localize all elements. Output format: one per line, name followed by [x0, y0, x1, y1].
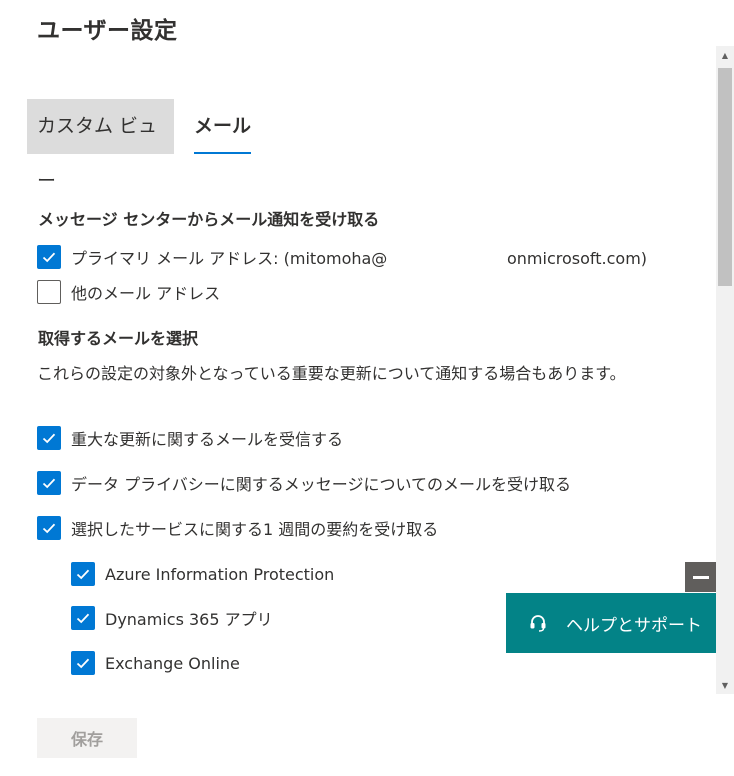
tab-active-underline: [194, 152, 252, 154]
weekly-digest-label: 選択したサービスに関する1 週間の要約を受け取る: [71, 520, 439, 539]
other-email-option[interactable]: 他のメール アドレス: [37, 278, 220, 306]
critical-updates-label: 重大な更新に関するメールを受信する: [71, 430, 344, 449]
tab-mail[interactable]: メール: [194, 99, 252, 154]
service-label: Exchange Online: [105, 653, 240, 673]
weekly-digest-checkbox[interactable]: [37, 516, 61, 540]
tab-mail-label: メール: [194, 115, 252, 137]
critical-updates-option[interactable]: 重大な更新に関するメールを受信する: [37, 424, 343, 452]
checkmark-icon: [76, 658, 90, 669]
primary-email-domain: onmicrosoft.com): [507, 249, 648, 268]
exchange-online-checkbox[interactable]: [71, 651, 95, 675]
primary-email-option[interactable]: プライマリ メール アドレス: (mitomoha@: [37, 243, 387, 271]
select-mail-heading: 取得するメールを選択: [38, 329, 199, 348]
headset-icon: [530, 615, 546, 632]
select-mail-description: これらの設定の対象外となっている重要な更新について通知する場合もあります。: [37, 364, 626, 383]
minimize-icon: [692, 575, 709, 579]
other-email-checkbox[interactable]: [37, 280, 61, 304]
service-item-dynamics-365[interactable]: Dynamics 365 アプリ: [71, 604, 273, 632]
primary-email-checkbox[interactable]: [37, 245, 61, 269]
service-item-exchange-online[interactable]: Exchange Online: [71, 649, 240, 677]
vertical-scrollbar[interactable]: ▲ ▼: [716, 46, 734, 694]
checkmark-icon: [42, 523, 56, 534]
data-privacy-checkbox[interactable]: [37, 471, 61, 495]
message-center-heading: メッセージ センターからメール通知を受け取る: [38, 210, 380, 229]
weekly-digest-option[interactable]: 選択したサービスに関する1 週間の要約を受け取る: [37, 514, 438, 542]
scrollbar-thumb[interactable]: [718, 68, 732, 286]
other-email-label: 他のメール アドレス: [71, 284, 221, 303]
azure-information-protection-checkbox[interactable]: [71, 562, 95, 586]
page-title: ユーザー設定: [37, 18, 178, 44]
checkmark-icon: [76, 569, 90, 580]
service-item-azure-information-protection[interactable]: Azure Information Protection: [71, 560, 334, 588]
help-label: ヘルプとサポート: [566, 615, 702, 636]
data-privacy-option[interactable]: データ プライバシーに関するメッセージについてのメールを受け取る: [37, 469, 571, 497]
scroll-up-arrow-icon[interactable]: ▲: [716, 46, 734, 64]
tab-custom-view[interactable]: カスタム ビュー: [27, 99, 174, 192]
primary-email-label: プライマリ メール アドレス: (mitomoha@: [71, 249, 388, 268]
help-minimize-button[interactable]: [685, 562, 716, 592]
service-label: Dynamics 365 アプリ: [105, 610, 273, 629]
scroll-down-arrow-icon[interactable]: ▼: [716, 676, 734, 694]
critical-updates-checkbox[interactable]: [37, 426, 61, 450]
save-button[interactable]: 保存: [37, 718, 137, 758]
dynamics-365-checkbox[interactable]: [71, 606, 95, 630]
checkmark-icon: [76, 613, 90, 624]
help-and-support-button[interactable]: ヘルプとサポート: [506, 593, 716, 653]
data-privacy-label: データ プライバシーに関するメッセージについてのメールを受け取る: [71, 475, 571, 494]
service-label: Azure Information Protection: [105, 564, 335, 584]
checkmark-icon: [42, 478, 56, 489]
checkmark-icon: [42, 252, 56, 263]
service-item-partial[interactable]: [71, 692, 95, 694]
checkmark-icon: [42, 433, 56, 444]
